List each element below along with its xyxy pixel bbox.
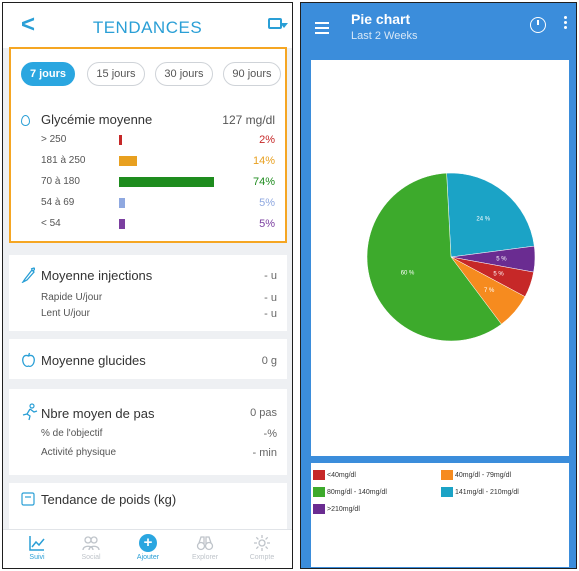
injections-section[interactable]: Moyenne injections - u Rapide U/jour - u…: [9, 255, 287, 331]
glycemia-percent: 74%: [252, 176, 275, 188]
legend-label: 141mg/dl - 210mg/dl: [455, 488, 519, 496]
legend-swatch: [441, 487, 453, 497]
glycemia-range-label: 181 à 250: [41, 155, 86, 166]
pie-legend: <40mg/dl 40mg/dl - 79mg/dl 80mg/dl - 140mg…: [311, 463, 569, 567]
period-90-days-button[interactable]: 90 jours: [223, 62, 281, 86]
legend-swatch: [313, 487, 325, 497]
glycemia-value: 127 mg/dl: [222, 113, 275, 127]
steps-title: Nbre moyen de pas: [41, 406, 155, 421]
weight-title: Tendance de poids (kg): [41, 492, 177, 507]
rapide-value: - u: [264, 292, 277, 304]
people-icon: [82, 536, 100, 551]
glycemia-range-label: > 250: [41, 134, 67, 145]
glycemia-percent: 5%: [259, 197, 275, 209]
trends-header: < TENDANCES: [3, 3, 292, 48]
period-30-days-button[interactable]: 30 jours: [155, 62, 213, 86]
timer-icon[interactable]: [530, 17, 546, 33]
more-icon[interactable]: [564, 16, 568, 31]
carbs-title: Moyenne glucides: [41, 353, 146, 368]
nav-explorer[interactable]: Explorer: [176, 534, 234, 561]
legend-swatch: [441, 470, 453, 480]
glycemia-bar: [119, 198, 125, 208]
glycemia-range-label: < 54: [41, 218, 61, 229]
glycemia-bar: [119, 219, 125, 229]
page-title: TENDANCES: [92, 18, 203, 37]
glycemia-label: Glycémie moyenne: [41, 112, 153, 127]
legend-swatch: [313, 504, 325, 514]
pie-slice-label: 7 %: [484, 288, 495, 294]
running-icon: [22, 403, 38, 421]
pie-slice: [446, 172, 535, 258]
legend-item: 40mg/dl - 79mg/dl: [441, 470, 511, 480]
legend-item: >210mg/dl: [313, 504, 360, 514]
lent-label: Lent U/jour: [41, 308, 90, 319]
binoculars-icon: [196, 536, 214, 551]
glycemia-range-label: 70 à 180: [41, 176, 80, 187]
glycemia-bar: [119, 177, 214, 187]
pie-title: Pie chart: [351, 11, 411, 27]
nav-suivi[interactable]: Suivi: [8, 534, 66, 561]
nav-suivi-label: Suivi: [29, 554, 45, 561]
plus-icon: +: [139, 534, 157, 552]
drop-icon: [21, 115, 30, 126]
legend-label: 40mg/dl - 79mg/dl: [455, 471, 512, 479]
nav-ajouter-label: Ajouter: [136, 554, 160, 561]
legend-swatch: [313, 470, 325, 480]
nav-explorer-label: Explorer: [191, 554, 219, 561]
steps-section[interactable]: Nbre moyen de pas 0 pas % de l'objectif …: [9, 389, 287, 475]
menu-icon[interactable]: [315, 22, 329, 37]
carbs-value: 0 g: [261, 355, 277, 367]
lent-value: - u: [264, 308, 277, 320]
legend-label: >210mg/dl: [327, 505, 360, 513]
steps-value: 0 pas: [250, 407, 277, 419]
chart-icon: [29, 536, 45, 551]
glycemia-bar: [119, 135, 122, 145]
period-7-days-button[interactable]: 7 jours: [21, 62, 75, 86]
pie-slice-label: 5 %: [496, 256, 507, 262]
goal-value: -%: [263, 428, 277, 440]
pie-chart: 24 % 5 % 5 % 7 % 60 %: [366, 172, 536, 342]
legend-label: <40mg/dl: [327, 471, 356, 479]
legend-item: <40mg/dl: [313, 470, 356, 480]
injections-value: - u: [264, 270, 277, 282]
pie-slice-label: 60 %: [401, 271, 415, 277]
rapide-label: Rapide U/jour: [41, 292, 103, 303]
pie-chart-panel: Pie chart Last 2 Weeks 24 % 5 % 5 % 7 % 60 %…: [300, 2, 577, 569]
glycemia-percent: 14%: [252, 155, 275, 167]
weight-section[interactable]: Tendance de poids (kg): [9, 483, 287, 535]
trends-panel: < TENDANCES 7 jours 15 jours 30 jours 90…: [2, 2, 293, 569]
syringe-icon: [21, 267, 35, 283]
glycemia-trend-card: 7 jours 15 jours 30 jours 90 jours Glycé…: [9, 47, 287, 243]
goal-label: % de l'objectif: [41, 428, 103, 439]
legend-label: 80mg/dl - 140mg/dl: [327, 488, 387, 496]
bottom-navigation: Suivi Social + Ajouter Explorer Compte: [3, 529, 292, 568]
period-15-days-button[interactable]: 15 jours: [87, 62, 145, 86]
nav-ajouter[interactable]: + Ajouter: [119, 534, 177, 561]
pie-chart-card: 24 % 5 % 5 % 7 % 60 %: [311, 60, 569, 456]
injections-title: Moyenne injections: [41, 268, 153, 283]
nav-social[interactable]: Social: [62, 534, 120, 561]
glycemia-bar: [119, 156, 137, 166]
glycemia-percent: 5%: [259, 218, 275, 230]
pie-subtitle: Last 2 Weeks: [351, 30, 418, 42]
activity-label: Activité physique: [41, 447, 117, 458]
pie-header: Pie chart Last 2 Weeks: [301, 3, 576, 53]
activity-value: - min: [252, 447, 277, 459]
apple-icon: [22, 352, 35, 368]
carbs-section[interactable]: Moyenne glucides 0 g: [9, 339, 287, 379]
export-icon[interactable]: [268, 18, 288, 29]
scale-icon: [21, 492, 35, 506]
pie-slice-label: 24 %: [476, 216, 490, 222]
glycemia-percent: 2%: [259, 134, 275, 146]
pie-slice-label: 5 %: [493, 272, 504, 278]
nav-social-label: Social: [81, 554, 101, 561]
glycemia-range-label: 54 à 69: [41, 197, 75, 208]
legend-item: 141mg/dl - 210mg/dl: [441, 487, 519, 497]
gear-icon: [254, 535, 270, 551]
nav-compte-label: Compte: [249, 554, 275, 561]
legend-item: 80mg/dl - 140mg/dl: [313, 487, 387, 497]
nav-compte[interactable]: Compte: [233, 534, 291, 561]
